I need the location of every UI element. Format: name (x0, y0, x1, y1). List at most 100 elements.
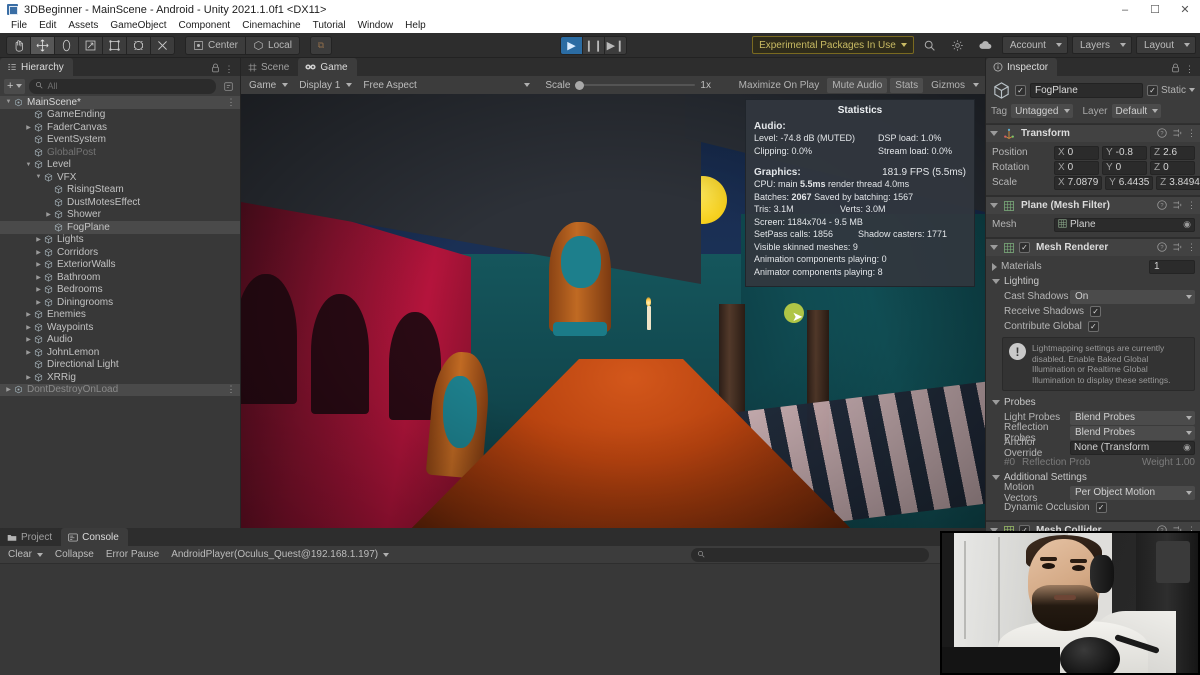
menu-cinemachine[interactable]: Cinemachine (236, 19, 306, 33)
clear-button[interactable]: Clear (3, 547, 48, 562)
scale-slider[interactable] (575, 79, 695, 92)
chevron-right-icon[interactable]: ▶ (34, 286, 43, 293)
component-menu-icon[interactable]: ⋮ (1187, 242, 1196, 253)
game-display-mode-dropdown[interactable]: Game (245, 78, 292, 93)
menu-window[interactable]: Window (352, 19, 400, 33)
chevron-right-icon[interactable]: ▶ (24, 311, 33, 318)
receive-shadows-checkbox[interactable]: ✓ (1090, 306, 1101, 317)
transform-rotation-x-input[interactable]: X0 (1054, 161, 1099, 175)
play-button[interactable]: ▶ (560, 36, 583, 55)
hierarchy-item-exteriorwalls[interactable]: ▶ExteriorWalls (0, 259, 240, 272)
console-log-list[interactable] (0, 564, 986, 675)
transform-rotation-y-input[interactable]: Y0 (1102, 161, 1147, 175)
tab-inspector[interactable]: Inspector (986, 58, 1057, 76)
mute-audio-toggle[interactable]: Mute Audio (827, 78, 887, 93)
hierarchy-item-xrrig[interactable]: ▶XRRig (0, 371, 240, 384)
menu-help[interactable]: Help (399, 19, 432, 33)
gizmos-dropdown[interactable]: Gizmos (926, 78, 970, 93)
menu-gameobject[interactable]: GameObject (104, 19, 172, 33)
gameobject-name-input[interactable]: FogPlane (1030, 83, 1143, 98)
hierarchy-sort-icon[interactable] (220, 79, 236, 94)
hierarchy-item-dustmoteseffect[interactable]: DustMotesEffect (0, 196, 240, 209)
transform-rotation-z-input[interactable]: Z0 (1150, 161, 1195, 175)
move-tool-icon[interactable] (30, 36, 55, 55)
preset-icon[interactable] (1172, 128, 1182, 140)
close-button[interactable]: ✕ (1170, 0, 1200, 19)
custom-tool-icon[interactable] (150, 36, 175, 55)
chevron-right-icon[interactable]: ▶ (34, 274, 43, 281)
hierarchy-item-globalpost[interactable]: GlobalPost (0, 146, 240, 159)
lighting-foldout[interactable]: Lighting (992, 274, 1195, 289)
chevron-right-icon[interactable]: ▶ (44, 211, 53, 218)
lock-icon[interactable] (211, 63, 220, 76)
game-render-surface[interactable]: ➤ Statistics Audio: Level: -74.8 dB (MUT… (241, 94, 985, 546)
hand-tool-icon[interactable] (6, 36, 31, 55)
panel-menu-icon[interactable]: ⋮ (1185, 64, 1194, 75)
hierarchy-search-input[interactable]: All (29, 79, 216, 94)
mesh-renderer-header[interactable]: ✓ Mesh Renderer ? ⋮ (986, 239, 1200, 256)
connected-player-dropdown[interactable]: AndroidPlayer(Oculus_Quest@192.168.1.197… (166, 547, 394, 562)
transform-position-y-input[interactable]: Y-0.8 (1102, 146, 1147, 160)
menu-component[interactable]: Component (173, 19, 237, 33)
chevron-right-icon[interactable]: ▶ (34, 261, 43, 268)
help-icon[interactable]: ? (1157, 200, 1167, 212)
services-icon[interactable] (946, 36, 970, 54)
pivot-mode-button[interactable]: Center (185, 36, 246, 55)
component-menu-icon[interactable]: ⋮ (1187, 200, 1196, 211)
chevron-right-icon[interactable]: ▶ (24, 324, 33, 331)
contribute-global-checkbox[interactable]: ✓ (1088, 321, 1099, 332)
rotate-tool-icon[interactable] (54, 36, 79, 55)
maximize-button[interactable]: ☐ (1140, 0, 1170, 19)
display-dropdown[interactable]: Display 1 (295, 78, 356, 93)
hierarchy-item-corridors[interactable]: ▶Corridors (0, 246, 240, 259)
hierarchy-item-gameending[interactable]: GameEnding (0, 109, 240, 122)
static-checkbox[interactable]: ✓ (1147, 85, 1158, 96)
dynamic-occlusion-checkbox[interactable]: ✓ (1096, 502, 1107, 513)
tab-console[interactable]: Console (61, 528, 128, 546)
hierarchy-item-menu-icon[interactable]: ⋮ (227, 97, 237, 108)
materials-row[interactable]: Materials 1 (992, 259, 1195, 274)
layout-dropdown[interactable]: Layout (1136, 36, 1196, 54)
reflection-probes-dropdown[interactable]: Blend Probes (1070, 426, 1195, 440)
step-button[interactable]: ▶❙ (604, 36, 627, 55)
menu-assets[interactable]: Assets (62, 19, 104, 33)
tab-hierarchy[interactable]: Hierarchy (0, 58, 73, 76)
hierarchy-item-dontdestroyonload[interactable]: ▶DontDestroyOnLoad⋮ (0, 384, 240, 397)
hierarchy-item-shower[interactable]: ▶Shower (0, 209, 240, 222)
hierarchy-item-menu-icon[interactable]: ⋮ (227, 384, 237, 395)
cloud-icon[interactable] (974, 36, 998, 54)
probes-foldout[interactable]: Probes (992, 395, 1195, 410)
hierarchy-item-bedrooms[interactable]: ▶Bedrooms (0, 284, 240, 297)
aspect-ratio-dropdown[interactable]: Free Aspect (359, 78, 534, 93)
pause-button[interactable]: ❙❙ (582, 36, 605, 55)
experimental-packages-dropdown[interactable]: Experimental Packages In Use (752, 36, 914, 54)
hierarchy-item-eventsystem[interactable]: EventSystem (0, 134, 240, 147)
object-picker-icon[interactable]: ◉ (1183, 219, 1191, 230)
chevron-down-icon[interactable]: ▼ (4, 99, 13, 105)
transform-component-header[interactable]: Transform ? ⋮ (986, 125, 1200, 142)
hierarchy-tree[interactable]: ▼MainScene*⋮GameEnding▶FaderCanvasEventS… (0, 96, 240, 526)
hierarchy-item-mainscene[interactable]: ▼MainScene*⋮ (0, 96, 240, 109)
collapse-triangle-icon[interactable] (992, 400, 1000, 405)
help-icon[interactable]: ? (1157, 128, 1167, 140)
collapse-triangle-icon[interactable] (992, 279, 1000, 284)
menu-tutorial[interactable]: Tutorial (307, 19, 352, 33)
account-dropdown[interactable]: Account (1002, 36, 1068, 54)
hierarchy-item-audio[interactable]: ▶Audio (0, 334, 240, 347)
chevron-down-icon[interactable] (973, 83, 979, 87)
mesh-renderer-enabled-checkbox[interactable]: ✓ (1019, 242, 1030, 253)
hierarchy-item-vfx[interactable]: ▼VFX (0, 171, 240, 184)
chevron-down-icon[interactable] (1189, 88, 1195, 92)
motion-vectors-dropdown[interactable]: Per Object Motion (1070, 486, 1195, 500)
hierarchy-item-bathroom[interactable]: ▶Bathroom (0, 271, 240, 284)
hierarchy-item-waypoints[interactable]: ▶Waypoints (0, 321, 240, 334)
collapse-toggle[interactable]: Collapse (50, 547, 99, 562)
transform-position-x-input[interactable]: X0 (1054, 146, 1099, 160)
chevron-right-icon[interactable]: ▶ (24, 336, 33, 343)
error-pause-toggle[interactable]: Error Pause (101, 547, 164, 562)
chevron-right-icon[interactable]: ▶ (4, 386, 13, 393)
chevron-right-icon[interactable]: ▶ (24, 349, 33, 356)
lock-icon[interactable] (1171, 63, 1180, 76)
transform-tool-icon[interactable] (126, 36, 151, 55)
collapse-triangle-icon[interactable] (990, 245, 998, 250)
